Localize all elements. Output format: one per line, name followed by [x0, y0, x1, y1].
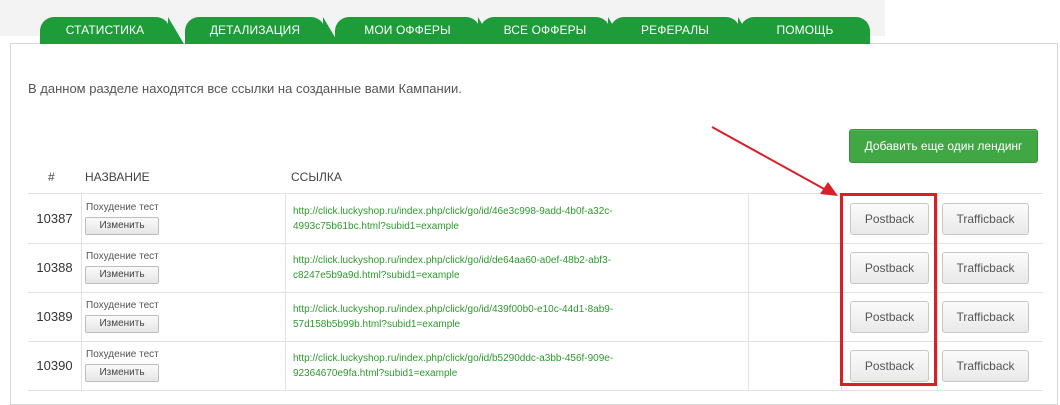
row-id: 10390: [28, 341, 82, 390]
trafficback-cell: Trafficback: [937, 243, 1043, 292]
trafficback-button[interactable]: Trafficback: [942, 252, 1029, 284]
column-num: #: [48, 170, 55, 184]
row-id: 10388: [28, 243, 82, 292]
column-name: НАЗВАНИЕ: [85, 170, 150, 184]
edit-button[interactable]: Изменить: [85, 266, 159, 284]
annotation-highlight-box: [840, 193, 937, 386]
campaign-name: Похудение тест: [86, 349, 159, 360]
empty-cell: [748, 194, 842, 243]
name-cell: Похудение тест Изменить: [81, 292, 286, 341]
tab-referrals[interactable]: Рефералы: [610, 17, 754, 44]
edit-button[interactable]: Изменить: [85, 364, 159, 382]
empty-cell: [748, 341, 842, 390]
column-link: ССЫЛКА: [291, 170, 342, 184]
empty-cell: [748, 243, 842, 292]
name-cell: Похудение тест Изменить: [81, 243, 286, 292]
add-landing-button[interactable]: Добавить еще один лендинг: [849, 129, 1038, 163]
tab-all-offers[interactable]: Все офферы: [480, 17, 624, 44]
link-cell: http://click.luckyshop.ru/index.php/clic…: [285, 341, 749, 390]
edit-button[interactable]: Изменить: [85, 315, 159, 333]
row-id: 10389: [28, 292, 82, 341]
campaign-name: Похудение тест: [86, 202, 159, 213]
trafficback-cell: Trafficback: [937, 194, 1043, 243]
tab-my-offers[interactable]: Мои офферы: [335, 17, 494, 44]
table-header: # НАЗВАНИЕ ССЫЛКА: [10, 170, 1056, 190]
campaign-link[interactable]: http://click.luckyshop.ru/index.php/clic…: [293, 351, 693, 381]
row-id: 10387: [28, 194, 82, 243]
link-cell: http://click.luckyshop.ru/index.php/clic…: [285, 292, 749, 341]
campaign-link[interactable]: http://click.luckyshop.ru/index.php/clic…: [293, 204, 693, 234]
edit-button[interactable]: Изменить: [85, 217, 159, 235]
intro-text: В данном разделе находятся все ссылки на…: [28, 81, 462, 96]
link-cell: http://click.luckyshop.ru/index.php/clic…: [285, 194, 749, 243]
tab-statistics[interactable]: Статистика: [40, 17, 184, 44]
tab-details[interactable]: Детализация: [185, 17, 339, 44]
campaign-name: Похудение тест: [86, 251, 159, 262]
name-cell: Похудение тест Изменить: [81, 194, 286, 243]
campaign-name: Похудение тест: [86, 300, 159, 311]
name-cell: Похудение тест Изменить: [81, 341, 286, 390]
trafficback-button[interactable]: Trafficback: [942, 203, 1029, 235]
campaign-link[interactable]: http://click.luckyshop.ru/index.php/clic…: [293, 302, 693, 332]
trafficback-button[interactable]: Trafficback: [942, 301, 1029, 333]
trafficback-button[interactable]: Trafficback: [942, 350, 1029, 382]
trafficback-cell: Trafficback: [937, 292, 1043, 341]
tab-help[interactable]: Помощь: [740, 17, 870, 44]
campaign-link[interactable]: http://click.luckyshop.ru/index.php/clic…: [293, 253, 693, 283]
empty-cell: [748, 292, 842, 341]
trafficback-cell: Trafficback: [937, 341, 1043, 390]
link-cell: http://click.luckyshop.ru/index.php/clic…: [285, 243, 749, 292]
